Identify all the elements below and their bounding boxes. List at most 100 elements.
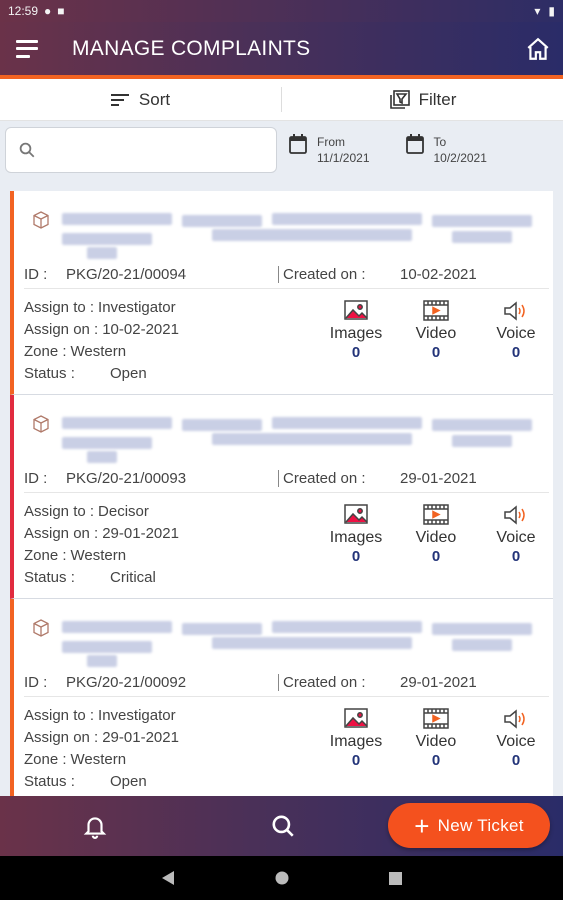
status-time: 12:59 bbox=[8, 4, 39, 18]
id-label: ID : bbox=[24, 469, 48, 487]
divider bbox=[24, 696, 549, 697]
video-icon bbox=[423, 708, 449, 729]
ticket-id-row: ID : PKG/20-21/00094 Created on : 10-02-… bbox=[24, 262, 549, 286]
image-icon bbox=[344, 504, 368, 524]
ticket-id: PKG/20-21/00092 bbox=[66, 673, 187, 691]
search-box[interactable] bbox=[5, 127, 277, 173]
created-on-label: Created on : bbox=[278, 469, 400, 487]
voice-attachment[interactable]: Voice 0 bbox=[476, 707, 556, 769]
wifi-icon: ▾ bbox=[534, 4, 541, 18]
assign-on-value: 29-01-2021 bbox=[102, 525, 179, 542]
hamburger-icon[interactable] bbox=[16, 39, 38, 58]
video-attachment[interactable]: Video 0 bbox=[396, 299, 476, 361]
battery-icon: ▮ bbox=[548, 4, 555, 18]
images-count: 0 bbox=[351, 344, 361, 361]
recents-icon[interactable] bbox=[389, 871, 402, 885]
zone-label: Zone : bbox=[24, 547, 67, 564]
sort-icon bbox=[110, 93, 129, 106]
home-nav-icon[interactable] bbox=[275, 871, 289, 885]
home-icon[interactable] bbox=[525, 36, 551, 62]
filter-icon bbox=[389, 89, 410, 109]
status-value: Open bbox=[110, 365, 147, 382]
created-on-value: 29-01-2021 bbox=[400, 469, 477, 487]
video-label: Video bbox=[415, 733, 457, 750]
voice-label: Voice bbox=[496, 733, 536, 750]
search-input[interactable] bbox=[44, 128, 276, 172]
zone-value: Western bbox=[70, 547, 127, 564]
video-count: 0 bbox=[431, 344, 441, 361]
filter-button[interactable]: Filter bbox=[282, 79, 563, 120]
images-count: 0 bbox=[351, 752, 361, 769]
voice-count: 0 bbox=[511, 752, 521, 769]
complaint-card[interactable]: ID : PKG/20-21/00093 Created on : 29-01-… bbox=[10, 395, 553, 599]
video-attachment[interactable]: Video 0 bbox=[396, 503, 476, 565]
assignment-info: Assign to : Investigator Assign on :10-02… bbox=[24, 297, 179, 385]
from-label: From bbox=[317, 135, 345, 149]
sort-label: Sort bbox=[138, 89, 171, 109]
to-date[interactable]: To 10/2/2021 bbox=[405, 134, 487, 166]
assign-on-label: Assign on : bbox=[24, 525, 99, 542]
media-counts: Images 0 Video 0 Voice 0 bbox=[316, 707, 556, 769]
image-icon bbox=[344, 300, 368, 320]
video-attachment[interactable]: Video 0 bbox=[396, 707, 476, 769]
id-label: ID : bbox=[24, 673, 48, 691]
complaint-card[interactable]: ID : PKG/20-21/00092 Created on : 29-01-… bbox=[10, 599, 553, 803]
created-on-value: 29-01-2021 bbox=[400, 673, 477, 691]
assign-on-label: Assign on : bbox=[24, 321, 99, 338]
created-on-label: Created on : bbox=[278, 673, 400, 691]
assign-to-value: Decisor bbox=[98, 503, 149, 520]
complaint-subject-blurred bbox=[32, 407, 532, 467]
voice-count: 0 bbox=[511, 548, 521, 565]
complaint-card[interactable]: ID : PKG/20-21/00094 Created on : 10-02-… bbox=[10, 191, 553, 395]
images-label: Images bbox=[329, 733, 383, 750]
notification-icon: ● bbox=[44, 4, 52, 18]
system-nav-bar bbox=[0, 856, 563, 900]
voice-label: Voice bbox=[496, 529, 536, 546]
assignment-info: Assign to : Decisor Assign on :29-01-2021… bbox=[24, 501, 179, 589]
assign-on-value: 29-01-2021 bbox=[102, 729, 179, 746]
assign-to-value: Investigator bbox=[98, 707, 176, 724]
status-value: Critical bbox=[110, 569, 156, 586]
assign-to-label: Assign to : bbox=[24, 299, 95, 316]
sort-button[interactable]: Sort bbox=[0, 79, 281, 120]
divider bbox=[24, 492, 549, 493]
calendar-icon bbox=[289, 134, 307, 154]
speaker-icon bbox=[504, 505, 525, 525]
assign-to-value: Investigator bbox=[98, 299, 176, 316]
images-attachment[interactable]: Images 0 bbox=[316, 707, 396, 769]
calendar-icon bbox=[405, 134, 424, 154]
zone-value: Western bbox=[70, 343, 127, 360]
voice-attachment[interactable]: Voice 0 bbox=[476, 503, 556, 565]
voice-label: Voice bbox=[496, 325, 536, 342]
new-ticket-button[interactable]: + New Ticket bbox=[388, 803, 550, 848]
sort-filter-toolbar: Sort Filter bbox=[0, 79, 563, 121]
voice-attachment[interactable]: Voice 0 bbox=[476, 299, 556, 361]
status-label: Status : bbox=[24, 569, 75, 586]
voice-count: 0 bbox=[511, 344, 521, 361]
images-label: Images bbox=[329, 325, 383, 342]
bell-icon[interactable] bbox=[82, 813, 108, 839]
search-icon[interactable] bbox=[270, 813, 296, 839]
ticket-id: PKG/20-21/00093 bbox=[66, 469, 187, 487]
to-value: 10/2/2021 bbox=[433, 151, 487, 165]
new-ticket-label: New Ticket bbox=[437, 815, 524, 835]
video-label: Video bbox=[415, 529, 457, 546]
zone-label: Zone : bbox=[24, 343, 67, 360]
video-count: 0 bbox=[431, 752, 441, 769]
from-value: 11/1/2021 bbox=[317, 151, 370, 165]
status-bar: 12:59 ● ■ ▾ ▮ bbox=[0, 0, 563, 22]
from-date[interactable]: From 11/1/2021 bbox=[289, 134, 370, 166]
zone-value: Western bbox=[70, 751, 127, 768]
status-label: Status : bbox=[24, 773, 75, 790]
back-icon[interactable] bbox=[161, 870, 175, 886]
complaint-subject-blurred bbox=[32, 611, 532, 671]
divider bbox=[24, 288, 549, 289]
video-label: Video bbox=[415, 325, 457, 342]
speaker-icon bbox=[504, 709, 525, 729]
images-attachment[interactable]: Images 0 bbox=[316, 503, 396, 565]
created-on-label: Created on : bbox=[278, 265, 400, 283]
images-attachment[interactable]: Images 0 bbox=[316, 299, 396, 361]
created-on-value: 10-02-2021 bbox=[400, 265, 477, 283]
image-icon bbox=[344, 708, 368, 728]
lock-icon: ■ bbox=[57, 4, 65, 18]
